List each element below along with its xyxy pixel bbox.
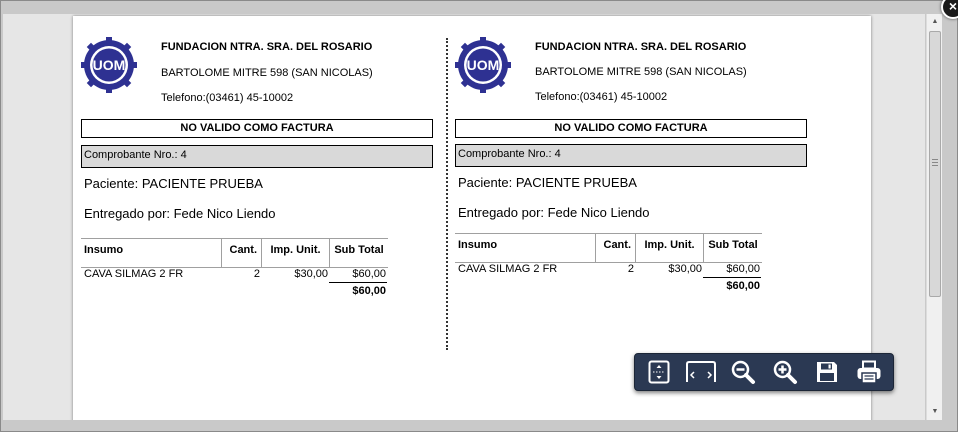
- scroll-down-arrow[interactable]: ▼: [927, 404, 943, 420]
- row-qty: 2: [627, 263, 634, 275]
- row-unit-price: $30,00: [668, 263, 702, 275]
- vertical-scrollbar[interactable]: ▲ ▼: [926, 14, 942, 420]
- fit-width-button[interactable]: [681, 357, 721, 387]
- zoom-in-icon: [773, 360, 797, 384]
- not-valid-banner: NO VALIDO COMO FACTURA: [81, 119, 433, 138]
- column-header-cant: Cant.: [222, 238, 262, 268]
- save-button[interactable]: [807, 357, 847, 387]
- column-header-subtotal: Sub Total: [330, 238, 388, 268]
- delivered-by: Entregado por: Fede Nico Liendo: [458, 205, 650, 220]
- fit-page-button[interactable]: [639, 357, 679, 387]
- close-button[interactable]: ×: [941, 0, 958, 19]
- row-subtotal: $60,00: [726, 263, 760, 275]
- organization-address: BARTOLOME MITRE 598 (SAN NICOLAS): [161, 67, 373, 79]
- column-header-unit-price: Imp. Unit.: [636, 233, 704, 263]
- uom-logo-icon: UOM: [455, 37, 511, 93]
- uom-logo-icon: UOM: [81, 37, 137, 93]
- column-header-subtotal: Sub Total: [704, 233, 762, 263]
- receipt-copy: UOM FUNDACION NTRA. SRA. DEL ROSARIO BAR…: [455, 16, 807, 346]
- total-rule: [329, 282, 387, 283]
- viewer-toolbar: [634, 353, 894, 391]
- organization-phone: Telefono:(03461) 45-10002: [161, 92, 294, 104]
- patient-name: Paciente: PACIENTE PRUEBA: [458, 175, 637, 190]
- fit-width-icon: [686, 361, 716, 382]
- logo-text: UOM: [93, 57, 126, 73]
- organization-name: FUNDACION NTRA. SRA. DEL ROSARIO: [535, 41, 747, 53]
- column-header-unit-price: Imp. Unit.: [262, 238, 330, 268]
- organization-name: FUNDACION NTRA. SRA. DEL ROSARIO: [161, 41, 373, 53]
- not-valid-banner: NO VALIDO COMO FACTURA: [455, 119, 807, 138]
- zoom-in-button[interactable]: [765, 357, 805, 387]
- cut-line-divider: [446, 38, 448, 350]
- voucher-number: Comprobante Nro.: 4: [455, 144, 807, 167]
- fit-page-icon: [648, 360, 670, 384]
- organization-address: BARTOLOME MITRE 598 (SAN NICOLAS): [535, 66, 747, 78]
- grand-total: $60,00: [726, 280, 760, 292]
- zoom-out-icon: [731, 360, 755, 384]
- print-icon: [857, 360, 881, 384]
- row-item: CAVA SILMAG 2 FR: [84, 268, 184, 280]
- logo-text: UOM: [467, 57, 500, 73]
- column-header-cant: Cant.: [596, 233, 636, 263]
- column-header-insumo: Insumo: [455, 233, 596, 263]
- receipt-original: UOM FUNDACION NTRA. SRA. DEL ROSARIO BAR…: [81, 16, 433, 346]
- row-subtotal: $60,00: [352, 268, 386, 280]
- column-header-insumo: Insumo: [81, 238, 222, 268]
- save-icon: [817, 362, 837, 382]
- print-button[interactable]: [849, 357, 889, 387]
- row-qty: 2: [253, 268, 260, 280]
- zoom-out-button[interactable]: [723, 357, 763, 387]
- row-item: CAVA SILMAG 2 FR: [458, 263, 558, 275]
- patient-name: Paciente: PACIENTE PRUEBA: [84, 176, 263, 191]
- grand-total: $60,00: [352, 285, 386, 297]
- total-rule: [703, 277, 761, 278]
- row-unit-price: $30,00: [294, 268, 328, 280]
- scroll-thumb[interactable]: [929, 31, 941, 297]
- voucher-number: Comprobante Nro.: 4: [81, 145, 433, 168]
- delivered-by: Entregado por: Fede Nico Liendo: [84, 206, 276, 221]
- report-viewer-dialog: UOM FUNDACION NTRA. SRA. DEL ROSARIO BAR…: [0, 0, 958, 432]
- scroll-up-arrow[interactable]: ▲: [927, 14, 943, 30]
- organization-phone: Telefono:(03461) 45-10002: [535, 91, 668, 103]
